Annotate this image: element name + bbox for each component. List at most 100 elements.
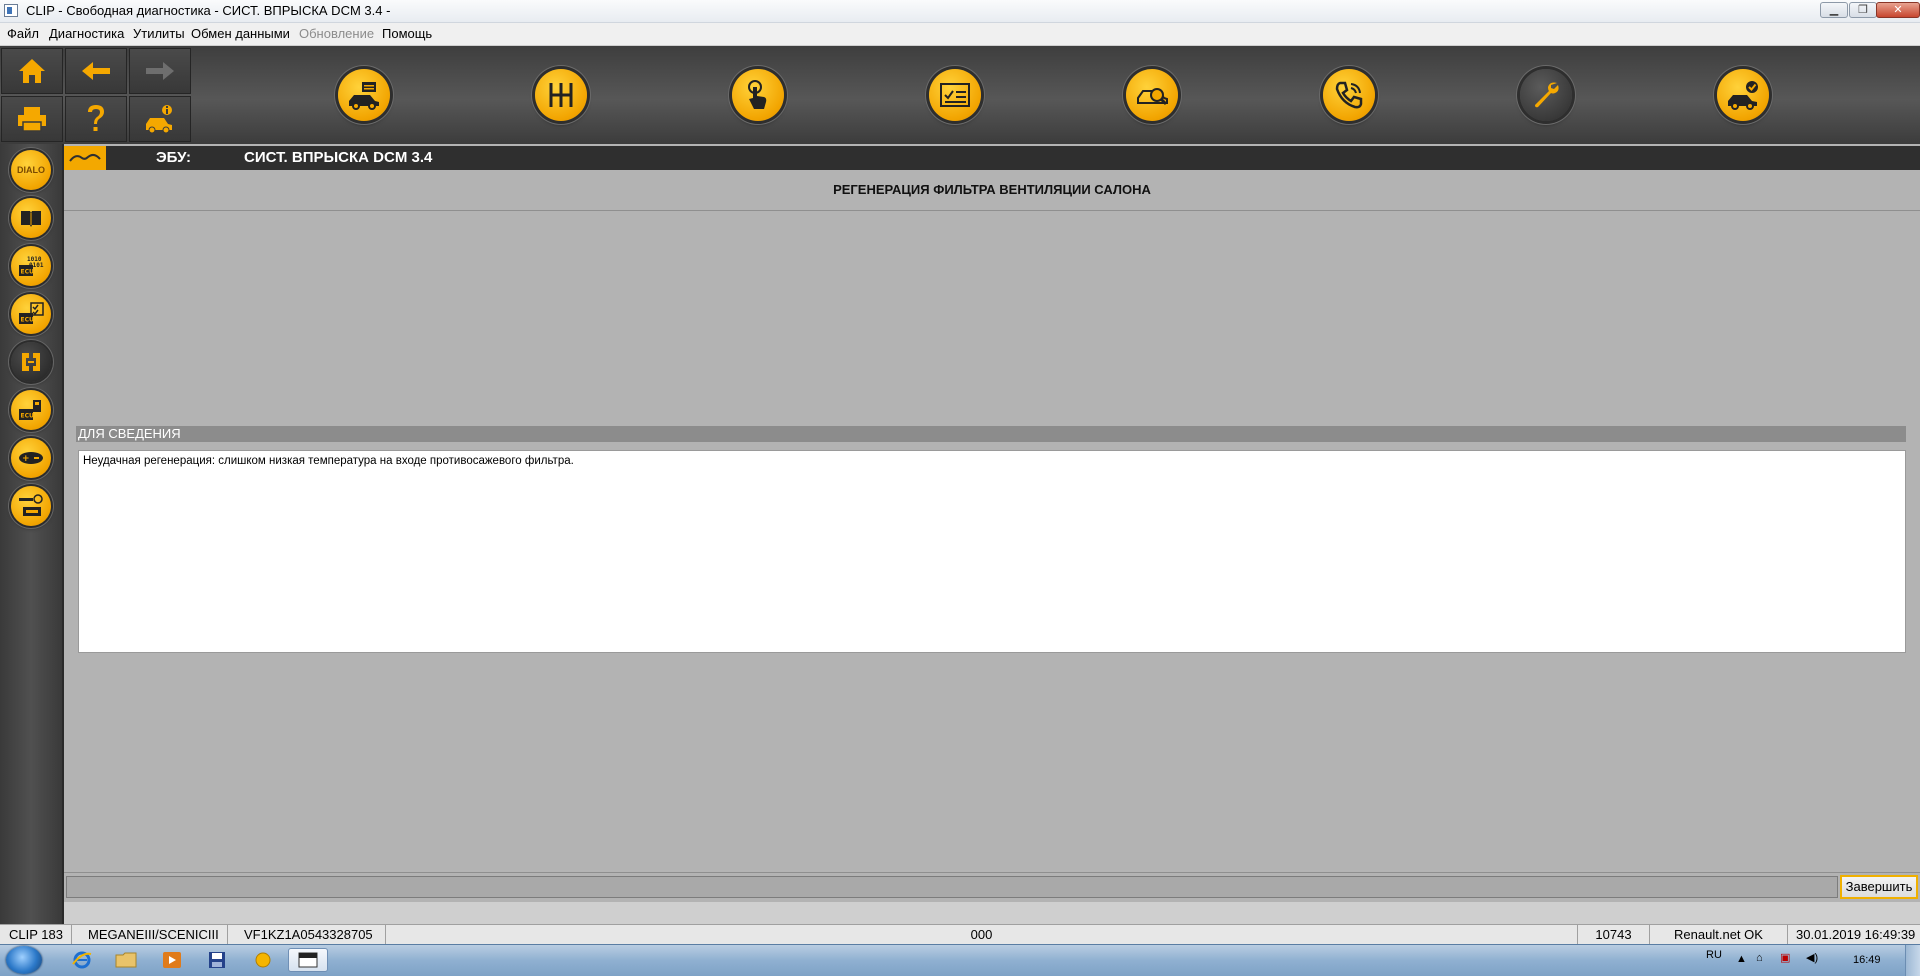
ecu-checklist-button[interactable]: ECU [11, 294, 51, 334]
explorer-icon [115, 952, 137, 968]
taskbar-clip-window[interactable] [288, 948, 328, 972]
ecu-header: ЭБУ: СИСТ. ВПРЫСКА DCM 3.4 [64, 146, 1920, 170]
vehicle-identification-icon [349, 82, 379, 110]
menu-help[interactable]: Помощь [382, 26, 432, 41]
touch-button[interactable] [732, 69, 784, 121]
book-icon [21, 211, 41, 227]
svg-text:ECU: ECU [21, 413, 35, 420]
home-icon [19, 59, 45, 83]
meter-button[interactable] [11, 486, 51, 526]
ecu-config-icon: ECU [19, 400, 41, 420]
tray-expand-icon[interactable]: ▲ [1736, 953, 1747, 965]
minimize-button[interactable]: ▁ [1820, 2, 1848, 18]
help-button[interactable] [65, 96, 127, 142]
spacer [64, 902, 1920, 924]
checklist-button[interactable] [929, 69, 981, 121]
info-box: Неудачная регенерация: слишком низкая те… [78, 450, 1906, 653]
info-header: ДЛЯ СВЕДЕНИЯ [76, 426, 1906, 442]
touch-icon [748, 80, 767, 109]
status-number: 10743 [1578, 925, 1650, 945]
vehicle-info-icon [146, 105, 172, 134]
connector-icon [22, 353, 40, 371]
save-icon [209, 952, 225, 968]
ecu-binary-icon: 10100101ECU [19, 256, 44, 276]
menu-data-exchange[interactable]: Обмен данными [191, 26, 290, 41]
checklist-icon [940, 83, 970, 107]
forward-arrow-icon [146, 62, 174, 80]
plus-minus-icon: + [19, 452, 43, 464]
connector-button[interactable] [11, 342, 51, 382]
menu-bar: Файл Диагностика Утилиты Обмен данными О… [0, 23, 1920, 46]
close-button[interactable]: ✕ [1876, 2, 1920, 18]
status-vehicle: MEGANEIII/SCENICIII [72, 925, 228, 945]
print-button[interactable] [1, 96, 63, 142]
svg-text:ECU: ECU [21, 317, 35, 324]
taskbar-ie[interactable] [62, 948, 102, 972]
info-message: Неудачная регенерация: слишком низкая те… [83, 455, 574, 467]
home-button[interactable] [1, 48, 63, 94]
gearbox-icon [549, 83, 573, 107]
ecu-label: ЭБУ: [156, 149, 192, 166]
taskbar-save[interactable] [197, 948, 237, 972]
message-field [66, 876, 1838, 898]
menu-diagnostics[interactable]: Диагностика [49, 26, 124, 41]
print-icon [18, 107, 46, 132]
ecu-binary-button[interactable]: 1010 0101 ECU [11, 246, 51, 286]
procedure-panel: РЕГЕНЕРАЦИЯ ФИЛЬТРА ВЕНТИЛЯЦИИ САЛОНА ДЛ… [64, 170, 1920, 870]
clip-window-icon [298, 952, 318, 968]
title-bar: CLIP - Свободная диагностика - СИСТ. ВПР… [0, 0, 1920, 23]
svg-text:ECU: ECU [21, 269, 35, 276]
menu-file[interactable]: Файл [7, 26, 39, 41]
back-button[interactable] [65, 48, 127, 94]
title-divider [64, 210, 1920, 211]
status-datetime: 30.01.2019 16:49:39 [1796, 927, 1916, 942]
ecu-checklist-icon: ECU [19, 302, 44, 324]
taskbar-clip-yellow[interactable] [243, 948, 283, 972]
gearbox-button[interactable] [535, 69, 587, 121]
vehicle-identification-button[interactable] [338, 69, 390, 121]
ecu-logo-icon [64, 146, 106, 170]
status-clip: CLIP 183 [0, 925, 72, 945]
vehicle-scan-button[interactable] [1126, 69, 1178, 121]
help-icon [88, 105, 104, 131]
wrench-button[interactable] [1520, 69, 1572, 121]
menu-utilities[interactable]: Утилиты [133, 26, 185, 41]
app-window-icon [4, 4, 18, 17]
tray-network-icon[interactable]: ⌂ [1756, 952, 1763, 964]
clip-yellow-icon [255, 952, 271, 968]
phone-support-button[interactable] [1323, 69, 1375, 121]
finish-button[interactable]: Завершить [1840, 875, 1918, 899]
menu-update: Обновление [299, 26, 375, 41]
restore-button[interactable]: ❐ [1849, 2, 1877, 18]
windows-taskbar: RU ▲ ⌂ ▣ ◀) 16:49 [0, 944, 1920, 976]
ie-icon [72, 951, 92, 969]
vehicle-scan-icon [1137, 88, 1168, 106]
status-code: 000 [386, 925, 1578, 945]
tray-device-icon[interactable]: ▣ [1780, 951, 1790, 964]
back-arrow-icon [82, 62, 110, 80]
svg-text:+: + [22, 454, 30, 464]
phone-support-icon [1335, 81, 1363, 109]
taskbar-clock[interactable]: 16:49 [1853, 954, 1881, 966]
show-desktop-button[interactable] [1905, 945, 1920, 976]
left-sidebar: DIALO 1010 0101 ECU ECU ECU + [0, 144, 64, 926]
documentation-button[interactable] [11, 198, 51, 238]
wrench-icon [1535, 82, 1559, 108]
dialo-icon: DIALO [17, 165, 45, 175]
plus-minus-button[interactable]: + [11, 438, 51, 478]
vehicle-check-icon [1728, 81, 1758, 110]
window-title: CLIP - Свободная диагностика - СИСТ. ВПР… [26, 3, 391, 18]
ecu-name: СИСТ. ВПРЫСКА DCM 3.4 [244, 149, 433, 166]
vehicle-info-button[interactable] [129, 96, 191, 142]
vehicle-check-button[interactable] [1717, 69, 1769, 121]
ecu-config-button[interactable]: ECU [11, 390, 51, 430]
language-indicator[interactable]: RU [1706, 949, 1722, 961]
dialo-button[interactable]: DIALO [11, 150, 51, 190]
taskbar-media-player[interactable] [152, 948, 192, 972]
start-button[interactable] [6, 946, 42, 974]
status-vin: VF1KZ1A0543328705 [228, 925, 386, 945]
forward-button[interactable] [129, 48, 191, 94]
taskbar-explorer[interactable] [106, 948, 146, 972]
tray-volume-icon[interactable]: ◀) [1806, 951, 1818, 964]
main-toolbar [0, 46, 1920, 144]
